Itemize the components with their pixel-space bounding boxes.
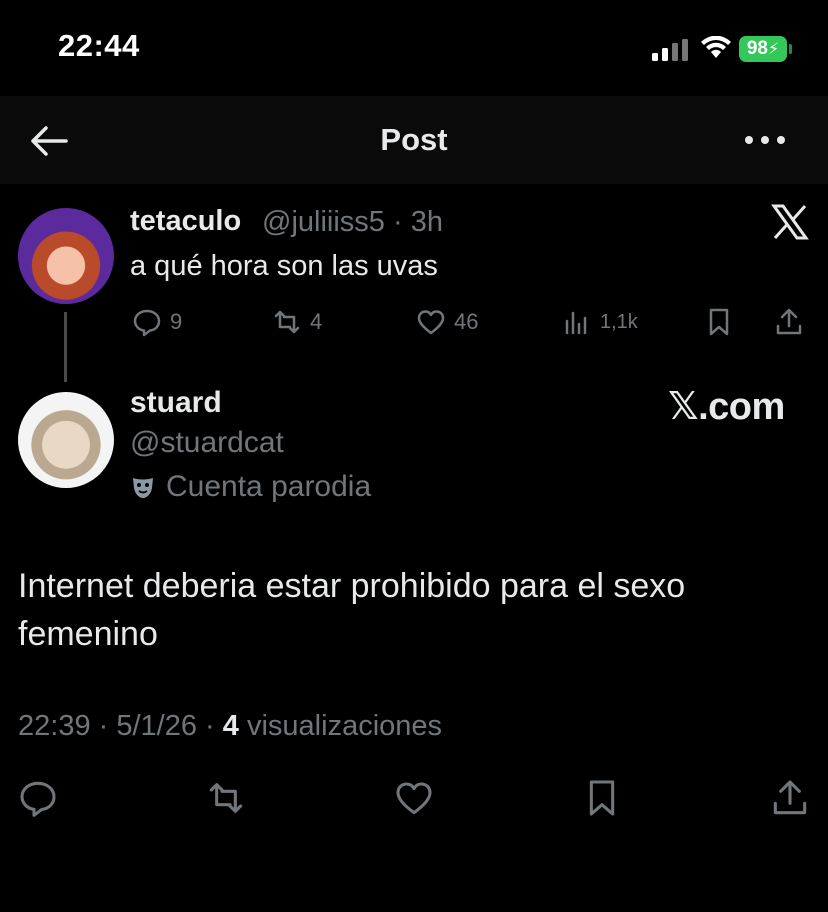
views-action[interactable]: 1,1k xyxy=(562,304,638,340)
avatar[interactable] xyxy=(18,392,114,488)
repost-count: 4 xyxy=(310,309,323,334)
bookmark-icon xyxy=(582,778,622,818)
reply-icon xyxy=(18,778,58,818)
meta-separator: · xyxy=(90,710,117,742)
parody-badge: Cuenta parodia xyxy=(130,470,371,504)
post-text: a qué hora son las uvas xyxy=(130,250,438,282)
repost-action[interactable]: 4 xyxy=(272,304,322,340)
reply-icon xyxy=(132,307,162,337)
battery-tip xyxy=(789,44,792,54)
share-button[interactable] xyxy=(770,778,810,818)
parody-label: Cuenta parodia xyxy=(166,470,372,503)
views-count: 4 xyxy=(222,710,239,742)
signal-icon xyxy=(652,39,692,61)
author-handle[interactable]: @stuardcat xyxy=(130,426,284,460)
more-options-icon[interactable] xyxy=(744,126,786,154)
repost-icon xyxy=(272,307,302,337)
thread-connector-line xyxy=(64,312,67,382)
post-text: Internet deberia estar prohibido para el… xyxy=(18,567,686,653)
share-icon xyxy=(774,307,804,337)
heart-icon xyxy=(416,307,446,337)
parody-mask-icon xyxy=(130,474,156,500)
like-action[interactable]: 46 xyxy=(416,304,478,340)
status-time: 22:44 xyxy=(58,28,140,63)
views-label: visualizaciones xyxy=(246,710,443,742)
bookmark-icon xyxy=(704,307,734,337)
meta-separator: · xyxy=(197,710,223,742)
post-time: 22:39 xyxy=(18,710,91,742)
reply-action[interactable]: 9 xyxy=(132,304,182,340)
post-metadata: 22:39 · 5/1/26 · 4 visualizaciones xyxy=(18,710,442,743)
author-handle[interactable]: @juliiiss5 xyxy=(262,206,385,238)
battery-level: 98 xyxy=(746,38,768,59)
reply-count: 9 xyxy=(170,309,183,334)
like-count: 46 xyxy=(454,309,479,334)
analytics-icon xyxy=(562,307,592,337)
repost-button[interactable] xyxy=(206,778,246,818)
wifi-icon xyxy=(700,36,732,60)
meta-separator: · xyxy=(384,206,411,238)
post-date: 5/1/26 xyxy=(116,710,197,742)
xcom-watermark: 𝕏.com xyxy=(668,386,785,428)
x-logo-icon xyxy=(770,202,810,242)
author-handle-time[interactable]: @juliiiss5 · 3h xyxy=(262,206,443,239)
charging-bolt-icon: ⚡ xyxy=(767,41,780,58)
author-display-name[interactable]: stuard xyxy=(130,386,222,420)
share-icon xyxy=(770,778,810,818)
repost-icon xyxy=(206,778,246,818)
avatar[interactable] xyxy=(18,208,114,304)
heart-icon xyxy=(394,778,434,818)
battery-indicator: 98 ⚡ xyxy=(739,36,787,62)
views-count: 1,1k xyxy=(600,310,638,333)
like-button[interactable] xyxy=(394,778,434,818)
page-title: Post xyxy=(380,122,448,157)
author-display-name[interactable]: tetaculo xyxy=(130,205,241,238)
bookmark-button[interactable] xyxy=(582,778,622,818)
share-button[interactable] xyxy=(774,304,804,340)
post-time: 3h xyxy=(410,206,443,238)
reply-button[interactable] xyxy=(18,778,58,818)
bookmark-button[interactable] xyxy=(704,304,734,340)
